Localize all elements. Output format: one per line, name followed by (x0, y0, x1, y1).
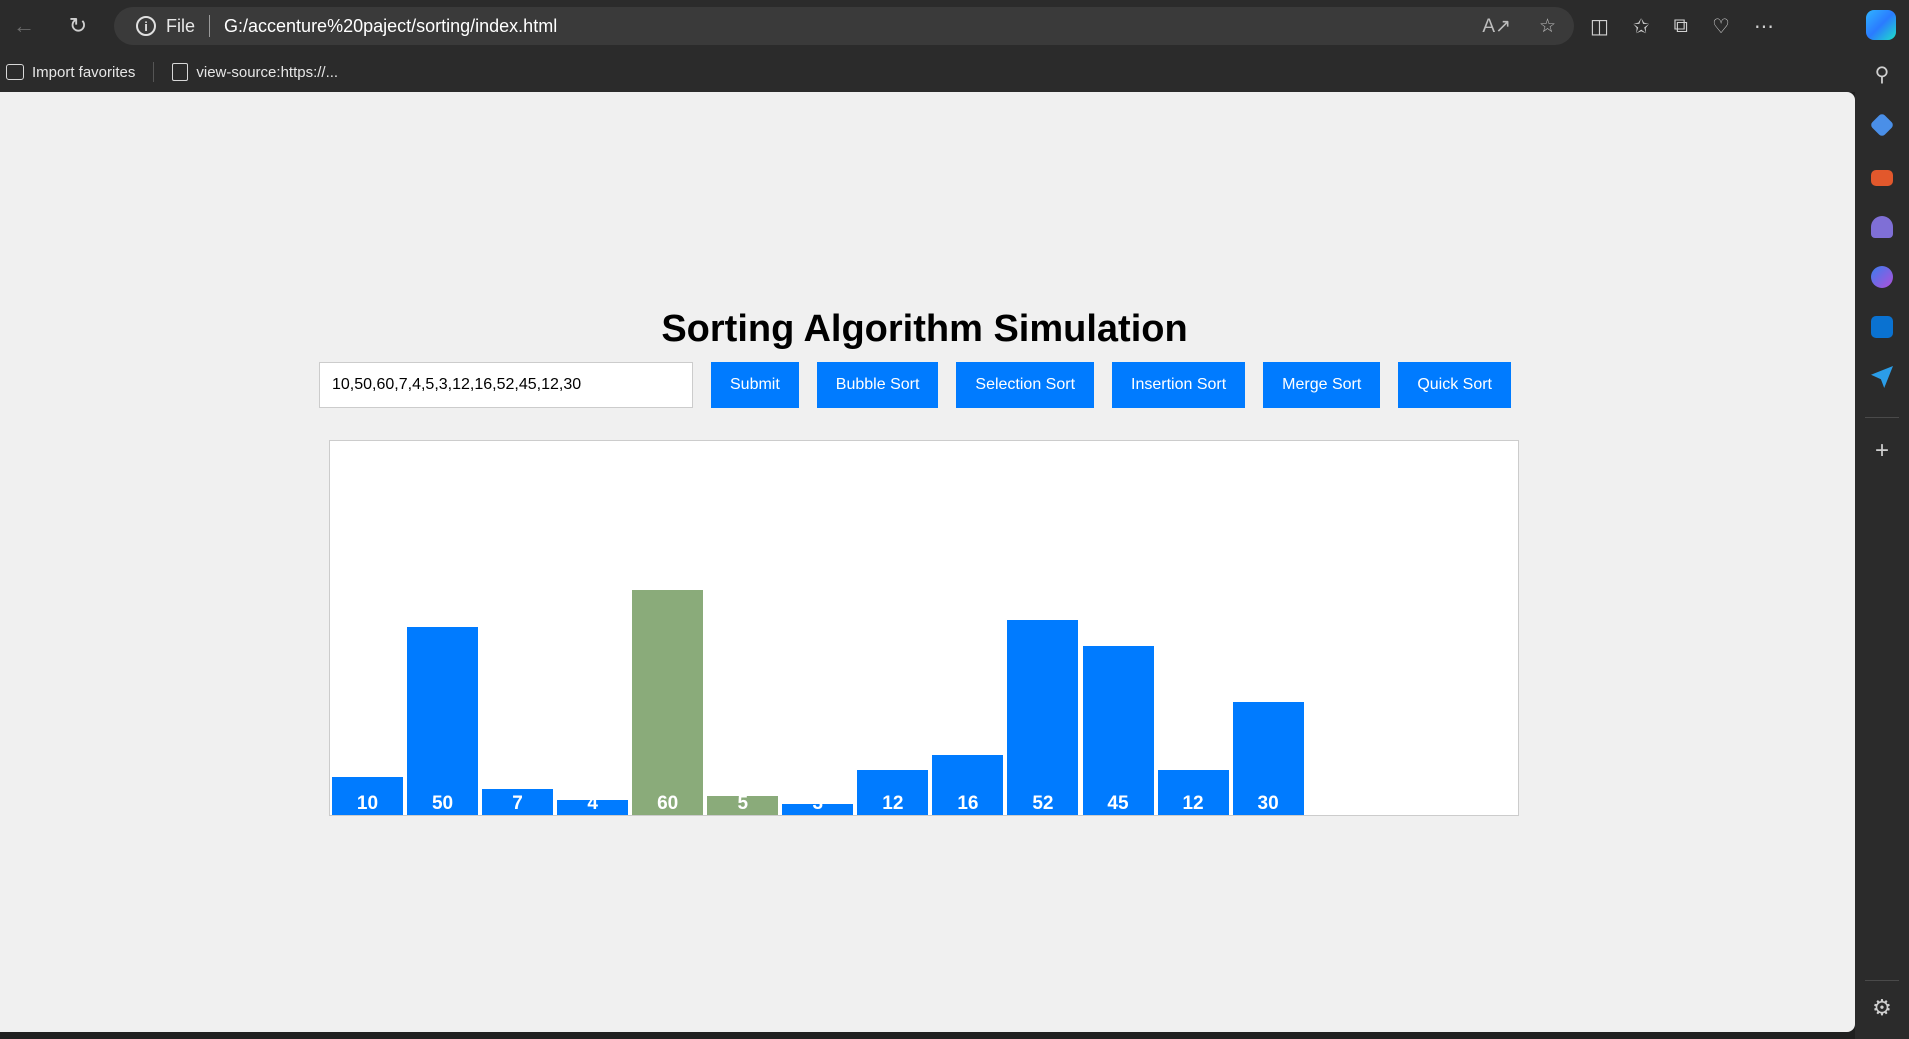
insertion-sort-button[interactable]: Insertion Sort (1112, 362, 1246, 408)
tools-icon[interactable] (1871, 170, 1893, 186)
bar-value-label: 12 (1182, 793, 1204, 814)
url-text[interactable]: G:/accenture%20paject/sorting/index.html (224, 16, 557, 37)
bar: 10 (332, 777, 403, 815)
quick-sort-button[interactable]: Quick Sort (1398, 362, 1511, 408)
bar-value-label: 10 (356, 793, 379, 814)
more-icon[interactable]: ⋯ (1754, 14, 1774, 39)
bookmark-view-source[interactable]: view-source:https://... (172, 63, 338, 81)
page-title: Sorting Algorithm Simulation (661, 308, 1188, 350)
collections-icon[interactable]: ⧉ (1674, 15, 1688, 38)
bar: 45 (1082, 646, 1154, 815)
split-screen-icon[interactable]: ◫ (1590, 14, 1609, 39)
bar-value-label: 60 (657, 793, 679, 814)
favorite-star-icon[interactable]: ☆ (1539, 15, 1556, 38)
bar-value-label: 45 (1107, 793, 1129, 814)
outlook-icon[interactable] (1871, 316, 1893, 338)
bookmark-import-favorites[interactable]: Import favorites (6, 64, 135, 81)
bar: 12 (1157, 770, 1229, 815)
bar: 60 (632, 590, 704, 815)
edge-sidebar: ⚲ + ⚙ (1855, 52, 1909, 1039)
merge-sort-button[interactable]: Merge Sort (1263, 362, 1381, 408)
bar-value-label: 16 (957, 793, 979, 814)
address-separator (209, 15, 211, 37)
bar: 7 (482, 789, 554, 815)
browser-window: ← ↻ i File G:/accenture%20paject/sorting… (0, 0, 1909, 1039)
bar-value-label: 12 (882, 793, 904, 814)
settings-icon[interactable]: ⚙ (1870, 996, 1894, 1020)
site-info-icon[interactable]: i (136, 16, 156, 36)
search-icon[interactable]: ⚲ (1871, 64, 1893, 86)
favorites-icon[interactable]: ✩ (1633, 14, 1650, 39)
import-favorites-icon (6, 64, 24, 80)
bar-value-label: 50 (431, 793, 454, 814)
submit-button[interactable]: Submit (711, 362, 799, 408)
array-input[interactable] (319, 362, 693, 408)
bar: 3 (782, 804, 854, 815)
bar-value-label: 5 (737, 796, 749, 814)
bar-value-label: 52 (1032, 793, 1054, 814)
bar-value-label: 3 (813, 804, 824, 813)
browser-essentials-icon[interactable]: ♡ (1712, 14, 1730, 39)
shopping-tag-icon[interactable] (1869, 112, 1895, 138)
bar: 5 (707, 796, 779, 815)
bar: 30 (1232, 702, 1304, 815)
array-visualization: 10 50 7 4 60 5 3 12 16 52 45 12 30 (329, 440, 1519, 816)
bubble-sort-button[interactable]: Bubble Sort (816, 362, 939, 408)
read-aloud-icon[interactable]: A↗ (1482, 15, 1511, 38)
bar: 52 (1007, 620, 1079, 815)
sidebar-divider (1865, 417, 1899, 418)
bookmark-separator (153, 62, 155, 82)
bar: 4 (557, 800, 629, 815)
copilot-icon[interactable] (1866, 10, 1896, 40)
bar-value-label: 7 (512, 793, 523, 814)
add-icon[interactable]: + (1871, 439, 1893, 463)
sidebar-divider (1865, 980, 1899, 981)
refresh-icon[interactable]: ↻ (60, 8, 96, 44)
games-icon[interactable] (1871, 216, 1893, 238)
browser-toolbar: ← ↻ i File G:/accenture%20paject/sorting… (0, 0, 1909, 52)
bar: 50 (407, 627, 479, 815)
back-icon[interactable]: ← (6, 8, 42, 44)
bar-area: 10 50 7 4 60 5 3 12 16 52 45 12 30 (330, 441, 1518, 815)
page-icon (172, 63, 189, 81)
selection-sort-button[interactable]: Selection Sort (956, 362, 1095, 408)
office-icon[interactable] (1871, 266, 1893, 288)
bar: 12 (857, 770, 929, 815)
bar: 16 (932, 755, 1004, 815)
controls-row: Submit Bubble Sort Selection Sort Insert… (319, 362, 1511, 408)
bar-value-label: 4 (587, 800, 598, 814)
send-icon[interactable] (1871, 366, 1893, 388)
bookmarks-bar: Import favorites view-source:https://... (0, 52, 1855, 92)
bookmark-label: Import favorites (32, 63, 136, 81)
page-viewport: Sorting Algorithm Simulation Submit Bubb… (0, 92, 1855, 1032)
bookmark-label: view-source:https://... (196, 63, 339, 81)
bar-value-label: 30 (1257, 793, 1279, 814)
address-bar[interactable]: i File G:/accenture%20paject/sorting/ind… (114, 7, 1574, 45)
url-scheme: File (166, 15, 196, 36)
